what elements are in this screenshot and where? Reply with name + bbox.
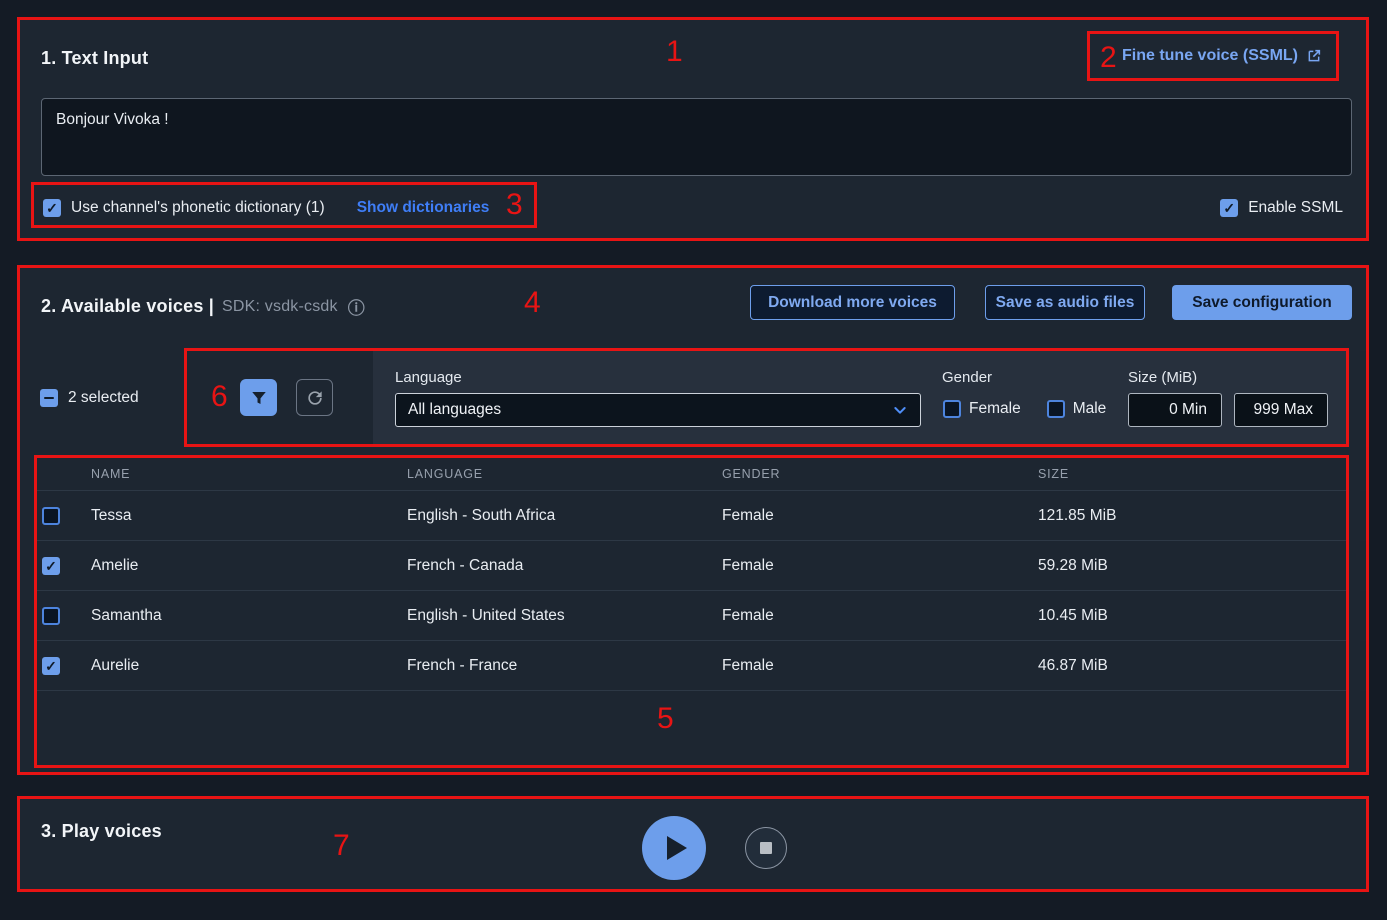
row-checkbox[interactable] — [42, 557, 60, 575]
row-checkbox[interactable] — [42, 507, 60, 525]
female-filter-label: Female — [969, 400, 1021, 418]
table-row: Tessa English - South Africa Female 121.… — [34, 491, 1349, 541]
chevron-down-icon — [892, 402, 908, 418]
row-name: Amelie — [91, 557, 407, 575]
row-language: French - France — [407, 657, 722, 675]
save-configuration-button[interactable]: Save configuration — [1172, 285, 1352, 320]
female-filter-checkbox[interactable] — [943, 400, 961, 418]
section3-title: 3. Play voices — [41, 821, 162, 842]
row-gender: Female — [722, 607, 1038, 625]
annotation-number-1: 1 — [666, 37, 683, 67]
tts-configuration-page: 1. Text Input Fine tune voice (SSML) Bon… — [0, 0, 1387, 920]
row-size: 10.45 MiB — [1038, 607, 1338, 625]
voices-table-body: Tessa English - South Africa Female 121.… — [34, 491, 1349, 691]
row-size: 46.87 MiB — [1038, 657, 1338, 675]
size-filter-label: Size (MiB) — [1128, 369, 1197, 386]
voices-table-header: NAME LANGUAGE GENDER SIZE — [34, 458, 1349, 491]
row-name: Tessa — [91, 507, 407, 525]
header-gender: GENDER — [722, 467, 1038, 481]
stop-button[interactable] — [745, 827, 787, 869]
play-icon — [667, 836, 687, 860]
annotation-number-3: 3 — [506, 190, 523, 220]
text-input-section: 1. Text Input Fine tune voice (SSML) Bon… — [17, 17, 1369, 241]
header-language: LANGUAGE — [407, 467, 722, 481]
table-row: Amelie French - Canada Female 59.28 MiB — [34, 541, 1349, 591]
language-select-value: All languages — [408, 401, 501, 419]
section1-title: 1. Text Input — [41, 48, 148, 69]
size-max-input[interactable]: 999 Max — [1234, 393, 1328, 427]
annotation-number-2: 2 — [1100, 43, 1117, 73]
fine-tune-voice-label: Fine tune voice (SSML) — [1122, 47, 1298, 65]
row-language: English - South Africa — [407, 507, 722, 525]
row-checkbox[interactable] — [42, 657, 60, 675]
row-name: Samantha — [91, 607, 407, 625]
refresh-icon — [305, 388, 325, 408]
row-language: English - United States — [407, 607, 722, 625]
info-icon[interactable]: ⓘ — [348, 294, 365, 319]
external-link-icon — [1306, 48, 1322, 64]
row-size: 59.28 MiB — [1038, 557, 1338, 575]
sdk-label: SDK: vsdk-csdk — [222, 298, 338, 316]
row-gender: Female — [722, 657, 1038, 675]
fine-tune-voice-link[interactable]: Fine tune voice (SSML) — [1122, 47, 1322, 65]
size-min-input[interactable]: 0 Min — [1128, 393, 1222, 427]
download-more-voices-button[interactable]: Download more voices — [750, 285, 955, 320]
table-row: Aurelie French - France Female 46.87 MiB — [34, 641, 1349, 691]
row-name: Aurelie — [91, 657, 407, 675]
textarea-value: Bonjour Vivoka ! — [56, 111, 169, 128]
male-filter-checkbox[interactable] — [1047, 400, 1065, 418]
table-row: Samantha English - United States Female … — [34, 591, 1349, 641]
language-filter-label: Language — [395, 369, 462, 386]
row-language: French - Canada — [407, 557, 722, 575]
show-dictionaries-link[interactable]: Show dictionaries — [357, 199, 490, 217]
text-input-textarea[interactable]: Bonjour Vivoka ! — [41, 98, 1352, 176]
annotation-number-4: 4 — [524, 288, 541, 318]
annotation-number-5: 5 — [657, 704, 674, 734]
annotation-number-7: 7 — [333, 831, 350, 861]
row-size: 121.85 MiB — [1038, 507, 1338, 525]
male-filter-label: Male — [1073, 400, 1107, 418]
header-size: SIZE — [1038, 467, 1338, 481]
annotation-number-6: 6 — [211, 382, 228, 412]
filter-button[interactable] — [240, 379, 277, 416]
gender-filter-label: Gender — [942, 369, 992, 386]
header-name: NAME — [91, 467, 407, 481]
refresh-button[interactable] — [296, 379, 333, 416]
save-as-audio-files-button[interactable]: Save as audio files — [985, 285, 1145, 320]
stop-icon — [760, 842, 772, 854]
row-gender: Female — [722, 557, 1038, 575]
enable-ssml-label: Enable SSML — [1248, 199, 1343, 217]
funnel-icon — [250, 389, 268, 407]
language-select[interactable]: All languages — [395, 393, 921, 427]
select-all-checkbox[interactable] — [40, 389, 58, 407]
row-gender: Female — [722, 507, 1038, 525]
row-checkbox[interactable] — [42, 607, 60, 625]
phonetic-dictionary-label: Use channel's phonetic dictionary (1) — [71, 199, 325, 217]
selected-count-label: 2 selected — [68, 389, 139, 407]
section2-title: 2. Available voices | — [41, 296, 214, 317]
phonetic-dictionary-checkbox[interactable] — [43, 199, 61, 217]
enable-ssml-checkbox[interactable] — [1220, 199, 1238, 217]
play-button[interactable] — [642, 816, 706, 880]
